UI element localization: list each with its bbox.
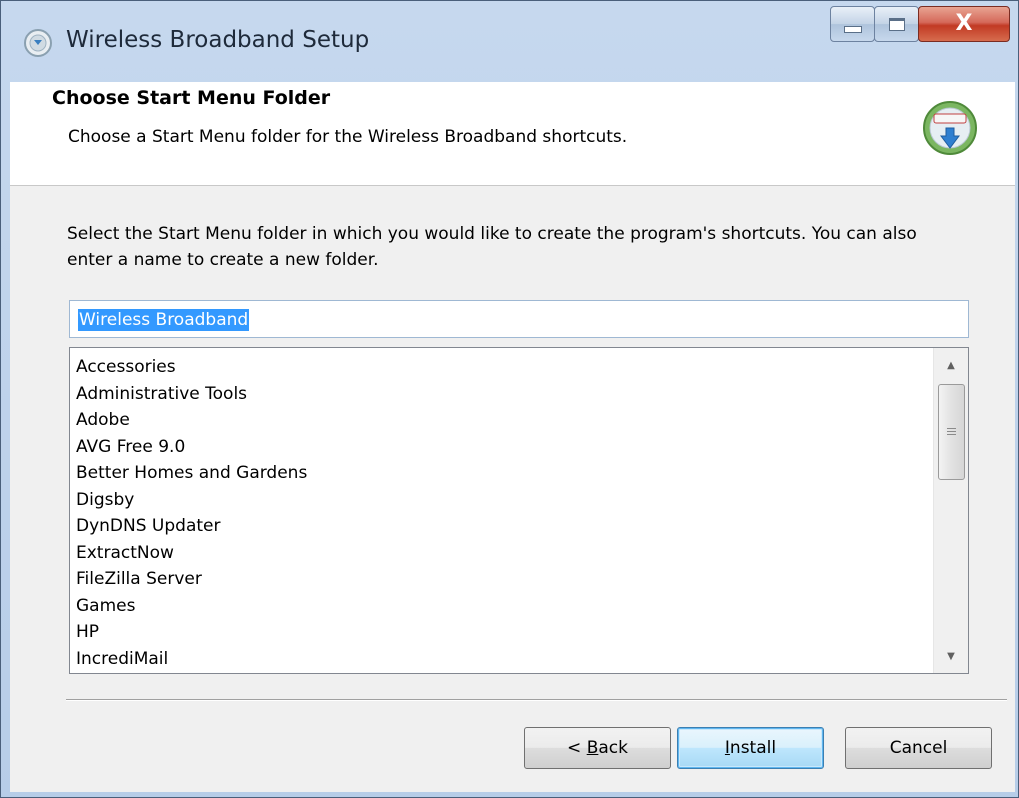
- back-label-prefix: <: [567, 738, 587, 758]
- page-header: Choose Start Menu Folder Choose a Start …: [10, 82, 1015, 186]
- folder-list-item[interactable]: Accessories: [76, 354, 928, 381]
- folder-list-item[interactable]: ExtractNow: [76, 540, 928, 567]
- folder-name-input[interactable]: Wireless Broadband: [69, 300, 969, 338]
- maximize-icon: [888, 17, 905, 31]
- back-button[interactable]: < Back: [524, 727, 671, 769]
- folder-list-item[interactable]: Games: [76, 593, 928, 620]
- window-title: Wireless Broadband Setup: [66, 27, 370, 53]
- minimize-button[interactable]: [830, 6, 875, 42]
- scroll-up-arrow-icon[interactable]: ▲: [934, 350, 968, 380]
- close-button[interactable]: X: [918, 6, 1010, 42]
- folder-list-item[interactable]: HP: [76, 619, 928, 646]
- folder-list-item[interactable]: Adobe: [76, 407, 928, 434]
- setup-globe-icon: [24, 29, 52, 57]
- folder-list-item[interactable]: AVG Free 9.0: [76, 434, 928, 461]
- back-accelerator: B: [586, 738, 599, 758]
- folder-list-item[interactable]: IncrediMail: [76, 646, 928, 673]
- close-icon: X: [955, 11, 973, 36]
- content-area: Select the Start Menu folder in which yo…: [10, 186, 1015, 792]
- folder-list-item[interactable]: Administrative Tools: [76, 381, 928, 408]
- setup-window: Wireless Broadband Setup X Choose Start …: [0, 0, 1019, 798]
- folder-list-item[interactable]: Better Homes and Gardens: [76, 460, 928, 487]
- folder-list-item[interactable]: DynDNS Updater: [76, 513, 928, 540]
- install-label-rest: nstall: [729, 738, 777, 758]
- install-button[interactable]: Install: [677, 727, 824, 769]
- scrollbar-thumb[interactable]: [938, 384, 965, 480]
- vertical-scrollbar[interactable]: ▲ ▼: [933, 348, 968, 673]
- folder-list-items: Accessories Administrative Tools Adobe AVG …: [76, 354, 928, 672]
- instruction-text: Select the Start Menu folder in which yo…: [67, 224, 917, 270]
- installer-disc-icon: [923, 101, 977, 155]
- folder-list[interactable]: Accessories Administrative Tools Adobe AVG …: [69, 347, 969, 674]
- grip-icon: [947, 427, 956, 437]
- page-title: Choose Start Menu Folder: [52, 87, 331, 109]
- page-subtitle: Choose a Start Menu folder for the Wirel…: [68, 127, 628, 147]
- maximize-button[interactable]: [874, 6, 919, 42]
- scroll-down-arrow-icon[interactable]: ▼: [934, 641, 968, 671]
- title-bar[interactable]: Wireless Broadband Setup X: [1, 1, 1018, 81]
- minimize-icon: [843, 25, 862, 33]
- separator: [66, 699, 1007, 701]
- back-label-rest: ack: [598, 738, 628, 758]
- cancel-button[interactable]: Cancel: [845, 727, 992, 769]
- folder-list-item[interactable]: FileZilla Server: [76, 566, 928, 593]
- cancel-label: Cancel: [889, 738, 948, 758]
- folder-list-item[interactable]: Digsby: [76, 487, 928, 514]
- folder-name-value: Wireless Broadband: [78, 309, 250, 331]
